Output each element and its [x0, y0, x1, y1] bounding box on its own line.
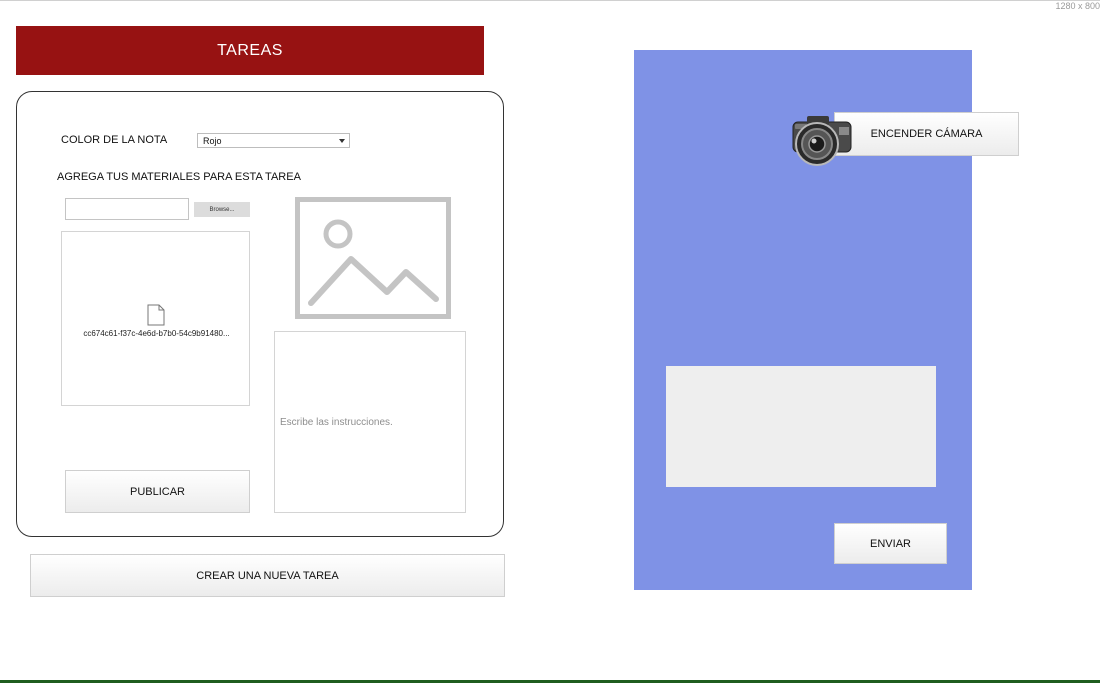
page-title-text: TAREAS: [217, 41, 283, 59]
attached-file-name: cc674c61-f37c-4e6d-b7b0-54c9b91480...: [83, 329, 230, 338]
file-icon: [147, 304, 165, 326]
camera-preview-box: [666, 366, 936, 487]
dropdown-arrow-icon: [339, 139, 345, 143]
turn-on-camera-button[interactable]: ENCENDER CÁMARA: [834, 112, 1019, 156]
browse-button[interactable]: Browse...: [194, 202, 250, 217]
instructions-textarea[interactable]: Escribe las instrucciones.: [274, 331, 466, 513]
camera-icon[interactable]: [791, 112, 855, 166]
attached-file-box[interactable]: cc674c61-f37c-4e6d-b7b0-54c9b91480...: [61, 231, 250, 406]
instructions-placeholder: Escribe las instrucciones.: [280, 417, 393, 428]
publish-button[interactable]: PUBLICAR: [65, 470, 250, 513]
image-placeholder-icon[interactable]: [295, 197, 451, 319]
page-title: TAREAS: [16, 26, 484, 75]
note-color-value: Rojo: [203, 135, 222, 146]
top-border: [0, 0, 1100, 1]
send-button[interactable]: ENVIAR: [834, 523, 947, 564]
create-new-task-button[interactable]: CREAR UNA NUEVA TAREA: [30, 554, 505, 597]
note-color-select[interactable]: Rojo: [197, 133, 350, 148]
file-path-input[interactable]: [65, 198, 189, 220]
note-color-label: COLOR DE LA NOTA: [61, 134, 168, 146]
materials-label: AGREGA TUS MATERIALES PARA ESTA TAREA: [57, 171, 301, 183]
screen-size-label: 1280 x 800: [1055, 1, 1100, 11]
